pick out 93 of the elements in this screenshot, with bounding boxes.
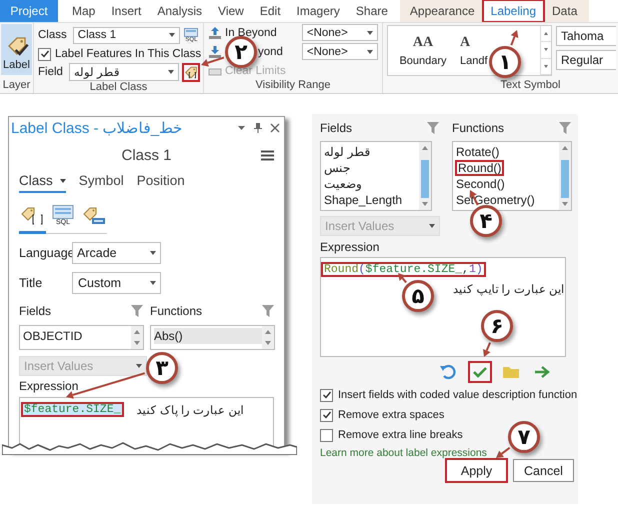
panel-tab[interactable]: Symbol <box>78 173 124 191</box>
visibility-button[interactable]: yond <box>258 46 283 58</box>
expression-tab[interactable] <box>19 205 46 234</box>
apply-button[interactable]: Apply <box>446 459 507 482</box>
scrollbar[interactable] <box>262 326 274 349</box>
pointer-arrow <box>398 273 407 284</box>
visibility-button[interactable]: In Beyond <box>225 26 277 38</box>
group-caption: Visibility Range <box>254 79 332 93</box>
checkbox-label: Remove extra spaces <box>338 409 444 421</box>
field-label: Language <box>19 246 72 260</box>
ribbon-tab[interactable]: Imagery <box>288 0 348 22</box>
monitor-icon <box>184 28 198 36</box>
field-label: Title <box>19 276 44 290</box>
font-style-dropdown[interactable]: Regular <box>556 50 616 70</box>
dropdown-icon[interactable] <box>237 125 246 131</box>
filter-icon[interactable] <box>130 304 144 318</box>
ribbon-tab[interactable]: Appearance <box>402 0 483 22</box>
language-dropdown[interactable]: Arcade <box>72 242 161 264</box>
section-label: Fields <box>320 121 352 135</box>
scrollbar[interactable] <box>559 142 571 210</box>
style-option[interactable]: AA Boundary <box>388 26 458 75</box>
list-item[interactable]: قطر لوله <box>324 144 419 160</box>
cancel-button[interactable]: Cancel <box>513 459 574 482</box>
pointer-arrow <box>510 30 518 46</box>
pointer-arrow <box>201 56 224 67</box>
tag-icon <box>19 205 46 227</box>
instruction-text: این عبارت را پاک کنید <box>136 404 244 417</box>
filter-icon[interactable] <box>558 121 572 135</box>
monitor-icon <box>50 205 76 219</box>
instruction-text: این عبارت را تایپ کنید <box>452 283 564 296</box>
section-label: Functions <box>452 121 504 135</box>
panel-title: Label Class - خط_فاضلاب <box>11 119 184 137</box>
close-icon[interactable] <box>270 123 280 133</box>
class-dropdown[interactable]: Class 1 <box>72 26 180 44</box>
scale-dropdown[interactable]: <None> <box>302 43 378 60</box>
arrow-down-icon <box>208 44 222 58</box>
pin-icon[interactable] <box>253 122 263 134</box>
field-dropdown[interactable]: قطر لوله <box>68 63 179 81</box>
font-dropdown[interactable]: Tahoma <box>556 26 616 46</box>
scale-dropdown[interactable]: <None> <box>302 24 378 41</box>
panel-tab[interactable]: Position <box>136 173 185 191</box>
group-caption: Layer <box>2 79 32 93</box>
pointer-arrow <box>483 342 491 357</box>
checkbox[interactable] <box>38 48 51 60</box>
ribbon-tab[interactable]: View <box>210 0 252 22</box>
ribbon-tab[interactable]: Share <box>348 0 396 22</box>
section-label: Fields <box>19 304 52 318</box>
expression-code[interactable]: $feature.SIZE_ <box>22 403 123 416</box>
check-icon[interactable] <box>469 362 491 382</box>
checkbox[interactable] <box>320 428 333 442</box>
ribbon-tab[interactable]: Project <box>0 0 58 22</box>
scrollbar[interactable] <box>419 142 431 210</box>
ribbon-tab[interactable]: Insert <box>103 0 150 22</box>
group-caption: Text Symbol <box>500 79 562 93</box>
ribbon-tab[interactable]: Edit <box>252 0 289 22</box>
group-caption: Label Class <box>88 81 148 93</box>
label-button[interactable]: Label <box>1 24 32 75</box>
title-input[interactable]: Custom <box>72 272 161 294</box>
filter-icon[interactable] <box>261 304 275 318</box>
pointer-arrow <box>496 447 510 458</box>
menu-icon[interactable] <box>261 150 274 160</box>
list-item[interactable]: Rotate() <box>456 144 559 160</box>
list-item[interactable]: جنس <box>324 160 419 176</box>
list-item[interactable]: وضعیت <box>324 176 419 192</box>
ribbon-tab[interactable]: Labeling <box>482 0 544 22</box>
list-item[interactable]: Abs() <box>154 328 262 344</box>
field-label: Class <box>38 29 67 41</box>
scrollbar[interactable] <box>131 326 143 349</box>
ribbon-tab[interactable]: Analysis <box>149 0 210 22</box>
checkbox-label: Remove extra line breaks <box>338 429 463 441</box>
section-label: Expression <box>19 379 78 393</box>
ribbon-tab[interactable]: Map <box>64 0 104 22</box>
list-item[interactable]: Shape_Length <box>324 192 419 208</box>
section-label: Functions <box>150 304 202 318</box>
expression-code[interactable]: Round($feature.SIZE_,1) <box>322 263 485 276</box>
ribbon-tab[interactable]: Data <box>544 0 586 22</box>
style-option[interactable]: A Landf <box>458 26 488 75</box>
checkbox[interactable] <box>320 388 333 402</box>
filter-icon[interactable] <box>426 121 440 135</box>
list-item[interactable]: Second() <box>456 176 559 192</box>
panel-tab[interactable]: Class <box>19 173 66 193</box>
field-label: Field <box>38 66 63 78</box>
tag-icon[interactable] <box>182 64 199 80</box>
list-item[interactable]: Round() <box>456 160 559 176</box>
list-item[interactable]: OBJECTID <box>23 328 131 344</box>
checkbox-label: Insert fields with coded value description function <box>338 389 578 401</box>
tag-icon <box>80 205 107 227</box>
class-heading: Class 1 <box>121 146 172 164</box>
arrow-up-icon <box>208 26 222 40</box>
section-label: Expression <box>320 240 380 254</box>
checkbox[interactable] <box>320 408 333 422</box>
help-link[interactable]: Learn more about label expressions <box>320 447 487 459</box>
checkbox-label: Label Features In This Class <box>55 48 202 60</box>
